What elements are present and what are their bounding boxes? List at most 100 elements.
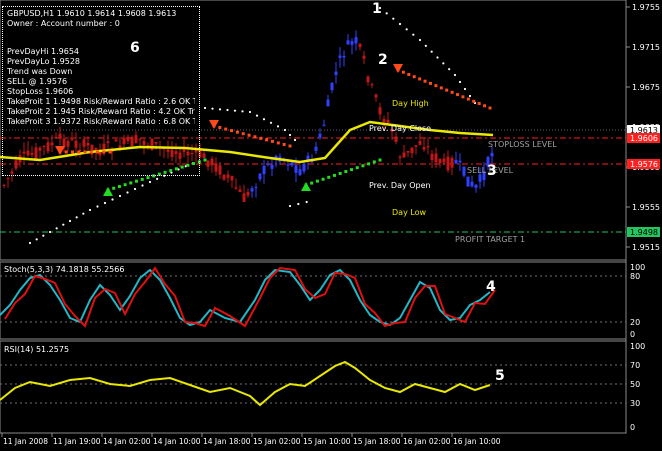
- signal-marker: [230, 129, 234, 133]
- signal-marker: [310, 181, 314, 185]
- candle-body: [430, 153, 434, 161]
- time-label: 16 Jan 10:00: [453, 437, 501, 446]
- candle-body: [414, 145, 418, 147]
- candle-body: [458, 160, 462, 163]
- sar-dot: [35, 238, 38, 241]
- candle-body: [334, 71, 338, 75]
- signal-marker: [407, 72, 411, 76]
- info-line: TakeProit 1 1.9498 Risk/Reward Ratio : 2…: [7, 97, 195, 106]
- candle-body: [398, 156, 402, 158]
- sar-dot: [412, 33, 415, 36]
- candle-body: [222, 174, 226, 180]
- sar-dot: [133, 187, 137, 191]
- sar-dot: [82, 212, 85, 215]
- candle-body: [362, 55, 366, 59]
- chart-header: GBPUSD,H1 1.9610 1.9614 1.9608 1.9613: [7, 9, 177, 18]
- candle-body: [314, 146, 318, 151]
- signal-marker: [135, 179, 139, 183]
- sar-dot: [458, 80, 462, 84]
- trading-terminal: STOPLOSS LEVEL SELL LEVEL PROFIT TARGET …: [0, 0, 662, 451]
- prev-day-close-label: Prev. Day Close: [369, 124, 431, 133]
- signal-marker: [321, 177, 325, 181]
- signal-marker: [265, 138, 269, 142]
- sar-dot: [226, 108, 229, 112]
- sar-dot: [211, 107, 214, 110]
- sar-dot: [241, 110, 244, 113]
- candle-body: [438, 158, 442, 163]
- signal-marker: [367, 162, 371, 166]
- signal-marker: [270, 139, 274, 143]
- info-line: StopLoss 1.9606: [7, 87, 74, 96]
- sar-dot: [418, 38, 422, 42]
- rsi-scale-label: 0: [630, 423, 635, 432]
- candle-body: [242, 193, 246, 202]
- rsi-scale-label: 100: [630, 342, 645, 351]
- sar-dot: [398, 22, 402, 26]
- candle-body: [422, 147, 426, 150]
- candle-body: [6, 177, 10, 179]
- prev-day-open-label: Prev. Day Open: [369, 181, 431, 190]
- candle-body: [470, 181, 474, 187]
- signal-marker: [461, 95, 465, 99]
- sar-dot: [297, 202, 300, 206]
- candle-body: [490, 152, 494, 157]
- rsi-panel-frame: [0, 340, 627, 434]
- callout-5: 5: [495, 368, 505, 384]
- sar-dot: [28, 241, 32, 245]
- candle-body: [226, 174, 230, 178]
- trade-info-panel: GBPUSD,H1 1.9610 1.9614 1.9608 1.9613 Ow…: [2, 6, 200, 176]
- candle-body: [374, 94, 378, 98]
- candle-body: [202, 153, 206, 159]
- signal-marker: [253, 135, 257, 139]
- sar-dot: [62, 223, 65, 226]
- sar-dot: [68, 219, 72, 223]
- signal-marker: [282, 142, 286, 146]
- time-label: 15 Jan 10:00: [303, 437, 351, 446]
- day-high-label: Day High: [392, 99, 429, 108]
- sar-dot: [453, 73, 457, 77]
- buy-arrow: [301, 182, 311, 191]
- rsi-scale-label: 70: [630, 361, 640, 370]
- info-line: TakeProit 2 1.945 Risk/Reward Ratio : 4.…: [7, 107, 195, 116]
- sar-dot: [293, 138, 297, 142]
- signal-marker: [146, 176, 150, 180]
- signal-marker: [378, 158, 382, 162]
- callout-6: 6: [130, 40, 140, 56]
- candle-body: [302, 163, 306, 172]
- candle-body: [298, 169, 302, 176]
- sar-dot: [276, 125, 280, 128]
- candle-body: [382, 119, 386, 123]
- candle-body: [258, 173, 262, 180]
- sar-dot: [405, 28, 408, 31]
- signal-marker: [434, 84, 438, 88]
- candle-body: [294, 165, 298, 173]
- candle-body: [262, 165, 266, 175]
- signal-marker: [276, 141, 280, 145]
- signal-marker: [112, 186, 116, 190]
- candle-body: [442, 158, 446, 163]
- signal-marker: [327, 175, 331, 179]
- sar-dot: [392, 17, 395, 20]
- time-label: 15 Jan 18:00: [353, 437, 401, 446]
- callout-4: 4: [486, 279, 496, 295]
- rsi-scale: 100 70 50 30 0: [630, 342, 645, 432]
- time-label: 14 Jan 02:00: [103, 437, 151, 446]
- candle-body: [238, 189, 242, 193]
- candle-body: [354, 37, 358, 44]
- signal-marker: [477, 102, 481, 106]
- candle-body: [466, 176, 470, 187]
- sar-dot: [75, 216, 78, 219]
- signal-marker: [488, 106, 492, 110]
- sar-dot: [118, 194, 122, 198]
- candle-body: [270, 164, 274, 169]
- signal-marker: [372, 160, 376, 164]
- signal-marker: [450, 90, 454, 94]
- signal-marker: [401, 70, 405, 74]
- candle-body: [350, 41, 354, 45]
- signal-marker: [315, 179, 319, 183]
- day-low-label: Day Low: [392, 208, 427, 217]
- candle-body: [342, 56, 346, 58]
- price-tag-text: 1.9576: [630, 160, 658, 169]
- candle-body: [346, 40, 350, 45]
- candle-body: [386, 119, 390, 123]
